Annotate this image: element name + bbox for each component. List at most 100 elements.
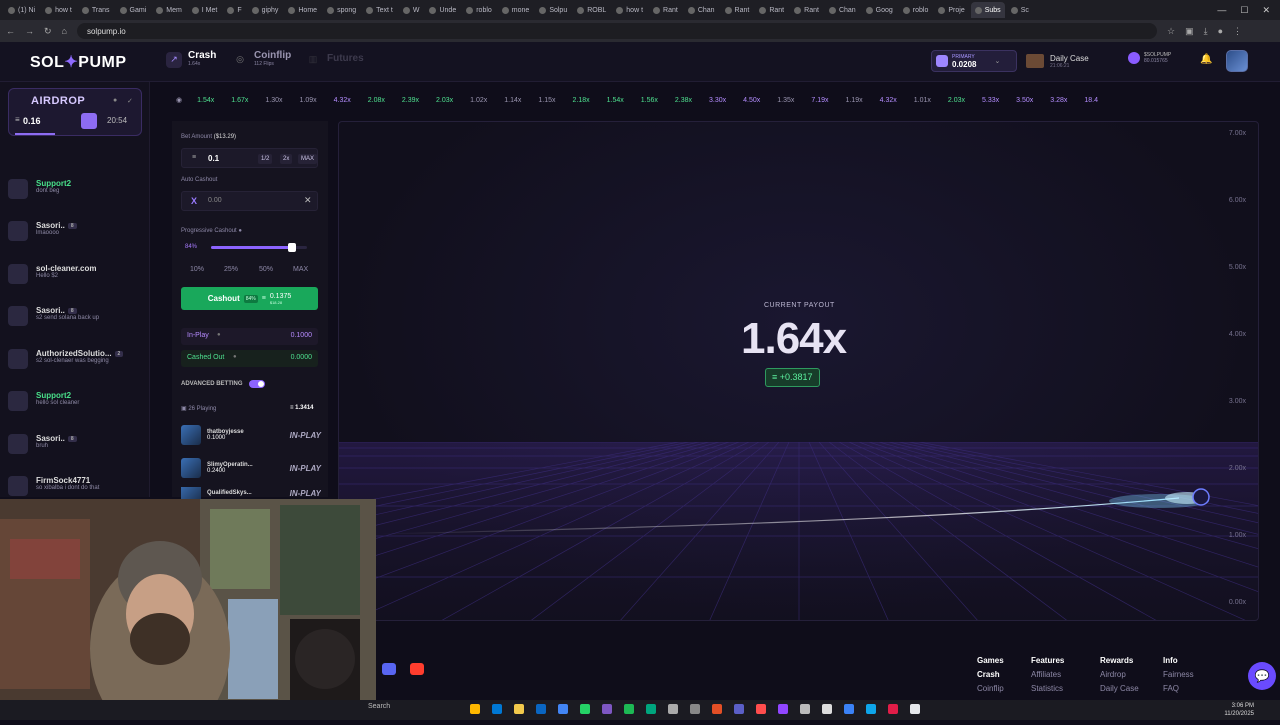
footer-link[interactable]: Coinflip: [977, 684, 1004, 693]
browser-tab[interactable]: W: [399, 2, 424, 18]
taskbar-app-icon[interactable]: [756, 704, 766, 714]
browser-tab[interactable]: Home: [284, 2, 321, 18]
player-row[interactable]: QualifiedSkys... IN-PLAY: [181, 487, 321, 499]
browser-tab[interactable]: spong: [323, 2, 360, 18]
browser-tab[interactable]: Gami: [116, 2, 151, 18]
cashout-button[interactable]: Cashout 84% ≡ 0.1375 $18.28: [181, 287, 318, 310]
browser-tab[interactable]: Goog: [862, 2, 897, 18]
maximize-button[interactable]: ☐: [1240, 5, 1248, 16]
browser-tab[interactable]: Rant: [790, 2, 823, 18]
history-icon[interactable]: ◉: [170, 94, 188, 108]
browser-tab[interactable]: Subs: [970, 2, 1005, 18]
solpump-token-balance[interactable]: $SOLPUMP 80.015765: [1128, 52, 1171, 64]
progressive-slider-knob[interactable]: [287, 243, 296, 252]
discord-icon[interactable]: [382, 663, 396, 675]
chat-message[interactable]: Sasori.. 8 bruh: [8, 430, 148, 460]
browser-tab[interactable]: Chan: [825, 2, 860, 18]
balance-selector[interactable]: PRIMARY 0.0208 ⌄: [931, 50, 1017, 72]
chat-message[interactable]: Support2 hello sol cleaner: [8, 387, 148, 417]
profile-icon[interactable]: ●: [1218, 26, 1223, 37]
support-chat-button[interactable]: 💬: [1248, 662, 1276, 690]
browser-tab[interactable]: Sc: [1007, 2, 1033, 18]
taskbar-app-icon[interactable]: [470, 704, 480, 714]
url-input[interactable]: solpump.io: [76, 23, 1157, 39]
chat-message[interactable]: Sasori.. 8 s2 send solana back up: [8, 302, 148, 332]
taskbar-app-icon[interactable]: [602, 704, 612, 714]
player-row[interactable]: SlimyOperatin... 0.2400 IN-PLAY: [181, 454, 321, 482]
browser-tab[interactable]: Text t: [362, 2, 397, 18]
reload-icon[interactable]: ↻: [44, 26, 52, 37]
history-multiplier[interactable]: 2.03x: [940, 94, 973, 108]
taskbar-app-icon[interactable]: [888, 704, 898, 714]
back-icon[interactable]: ←: [6, 26, 15, 36]
browser-tab[interactable]: Rant: [649, 2, 682, 18]
chat-message[interactable]: Sasori.. 8 lmaoooo: [8, 217, 148, 247]
browser-tab[interactable]: ROBL: [573, 2, 610, 18]
history-multiplier[interactable]: 7.19x: [803, 94, 836, 108]
history-multiplier[interactable]: 1.14x: [496, 94, 529, 108]
forward-icon[interactable]: →: [25, 26, 34, 36]
bookmark-icon[interactable]: ☆: [1167, 26, 1175, 37]
history-multiplier[interactable]: 18.4: [1076, 94, 1106, 108]
history-multiplier[interactable]: 1.30x: [257, 94, 290, 108]
footer-link[interactable]: Statistics: [1031, 684, 1064, 693]
history-multiplier[interactable]: 1.56x: [633, 94, 666, 108]
history-multiplier[interactable]: 2.03x: [428, 94, 461, 108]
bet-amount-input[interactable]: ≡ 0.1 1/2 2x MAX: [181, 148, 318, 168]
double-button[interactable]: 2x: [280, 154, 293, 164]
airdrop-join-button[interactable]: [81, 113, 97, 129]
pct-10-button[interactable]: 10%: [190, 266, 204, 273]
extensions-icon[interactable]: ▣: [1185, 26, 1194, 37]
footer-link[interactable]: Crash: [977, 670, 1004, 679]
browser-tab[interactable]: mone: [498, 2, 534, 18]
browser-tab[interactable]: giphy: [248, 2, 283, 18]
auto-cashout-input[interactable]: X 0.00 ✕: [181, 191, 318, 211]
download-icon[interactable]: ⤓: [1204, 26, 1208, 37]
pct-50-button[interactable]: 50%: [259, 266, 273, 273]
browser-tab[interactable]: I Met: [188, 2, 222, 18]
taskbar-app-icon[interactable]: [712, 704, 722, 714]
social-icon[interactable]: [410, 663, 424, 675]
footer-link[interactable]: Affiliates: [1031, 670, 1064, 679]
history-multiplier[interactable]: 1.01x: [906, 94, 939, 108]
taskbar-app-icon[interactable]: [778, 704, 788, 714]
taskbar-app-icon[interactable]: [536, 704, 546, 714]
history-multiplier[interactable]: 4.32x: [326, 94, 359, 108]
browser-tab[interactable]: roblo: [899, 2, 933, 18]
browser-tab[interactable]: (1) Ni: [4, 2, 39, 18]
tab-crash[interactable]: ↗ Crash 1.64x: [166, 51, 216, 68]
history-multiplier[interactable]: 2.38x: [667, 94, 700, 108]
taskbar-app-icon[interactable]: [800, 704, 810, 714]
history-multiplier[interactable]: 3.50x: [1008, 94, 1041, 108]
taskbar-app-icon[interactable]: [514, 704, 524, 714]
history-multiplier[interactable]: 1.54x: [189, 94, 222, 108]
taskbar-app-icon[interactable]: [822, 704, 832, 714]
taskbar-app-icon[interactable]: [844, 704, 854, 714]
max-button[interactable]: MAX: [298, 154, 318, 164]
pct-max-button[interactable]: MAX: [293, 266, 308, 273]
player-row[interactable]: thatboyjesse 0.1000 IN-PLAY: [181, 421, 321, 449]
half-button[interactable]: 1/2: [258, 154, 273, 164]
history-multiplier[interactable]: 2.08x: [360, 94, 393, 108]
tab-futures[interactable]: ▥ Futures: [305, 51, 364, 67]
notification-bell-icon[interactable]: 🔔: [1200, 54, 1212, 65]
taskbar-app-icon[interactable]: [624, 704, 634, 714]
history-multiplier[interactable]: 1.02x: [462, 94, 495, 108]
history-multiplier[interactable]: 2.18x: [564, 94, 597, 108]
history-multiplier[interactable]: 1.15x: [530, 94, 563, 108]
footer-link[interactable]: Airdrop: [1100, 670, 1139, 679]
chat-message[interactable]: FirmSock4771 so xibalba i dont do that: [8, 472, 148, 502]
menu-icon[interactable]: ⋮: [1233, 26, 1242, 37]
footer-link[interactable]: Fairness: [1163, 670, 1194, 679]
browser-tab[interactable]: Unde: [425, 2, 460, 18]
taskbar-search[interactable]: Search: [368, 703, 390, 710]
browser-tab[interactable]: F: [223, 2, 245, 18]
airdrop-card[interactable]: AIRDROP ● ✓ ≡ 0.16 20:54: [8, 88, 142, 136]
history-multiplier[interactable]: 4.32x: [872, 94, 905, 108]
history-multiplier[interactable]: 1.19x: [837, 94, 870, 108]
tab-coinflip[interactable]: ◎ Coinflip 112 Flips: [232, 51, 291, 68]
history-multiplier[interactable]: 2.39x: [394, 94, 427, 108]
chat-message[interactable]: sol-cleaner.com Hello $2: [8, 260, 148, 290]
browser-tab[interactable]: Rant: [721, 2, 754, 18]
browser-tab[interactable]: roblo: [462, 2, 496, 18]
